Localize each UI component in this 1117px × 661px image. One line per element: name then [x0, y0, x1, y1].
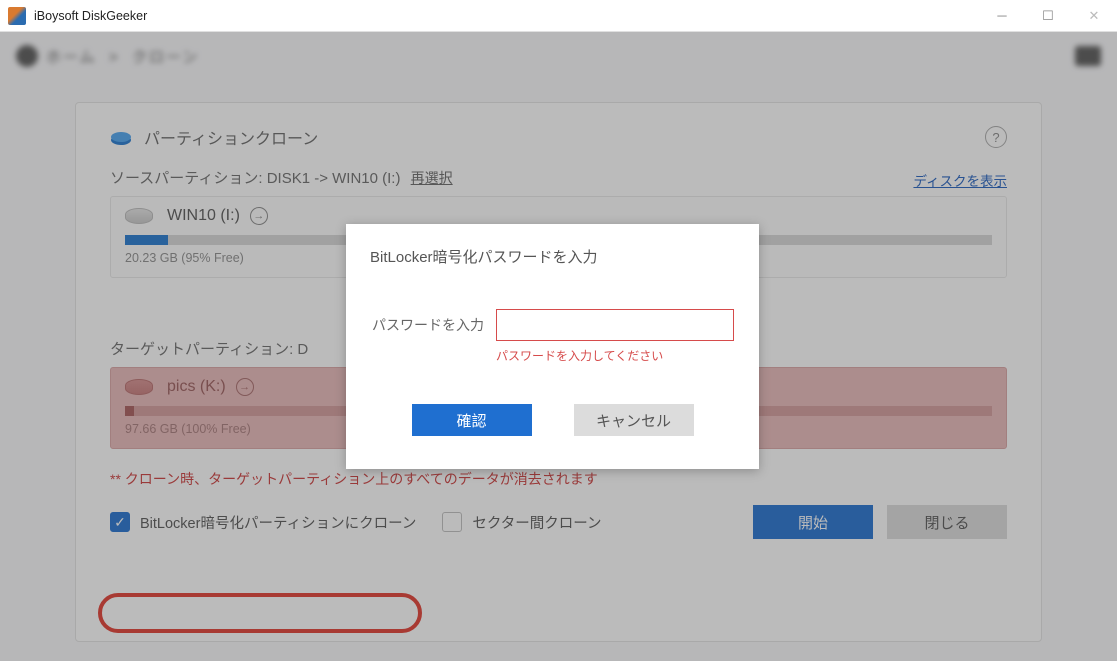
- app-body: ホーム > クローン パーティションクローン ? ソースパーティション: DIS…: [0, 32, 1117, 661]
- app-icon: [8, 7, 26, 25]
- window-titlebar: iBoysoft DiskGeeker ─ ☐ ✕: [0, 0, 1117, 32]
- window-title: iBoysoft DiskGeeker: [34, 9, 979, 23]
- confirm-button[interactable]: 確認: [412, 404, 532, 436]
- password-input[interactable]: [496, 309, 734, 341]
- maximize-button[interactable]: ☐: [1025, 0, 1071, 32]
- close-window-button[interactable]: ✕: [1071, 0, 1117, 32]
- dialog-title: BitLocker暗号化パスワードを入力: [370, 246, 735, 267]
- password-label: パスワードを入力: [370, 315, 496, 335]
- cancel-button[interactable]: キャンセル: [574, 404, 694, 436]
- dialog-buttons: 確認 キャンセル: [370, 404, 735, 436]
- password-error: パスワードを入力してください: [496, 347, 735, 364]
- password-row: パスワードを入力: [370, 309, 735, 341]
- bitlocker-password-dialog: BitLocker暗号化パスワードを入力 パスワードを入力 パスワードを入力して…: [346, 224, 759, 469]
- minimize-button[interactable]: ─: [979, 0, 1025, 32]
